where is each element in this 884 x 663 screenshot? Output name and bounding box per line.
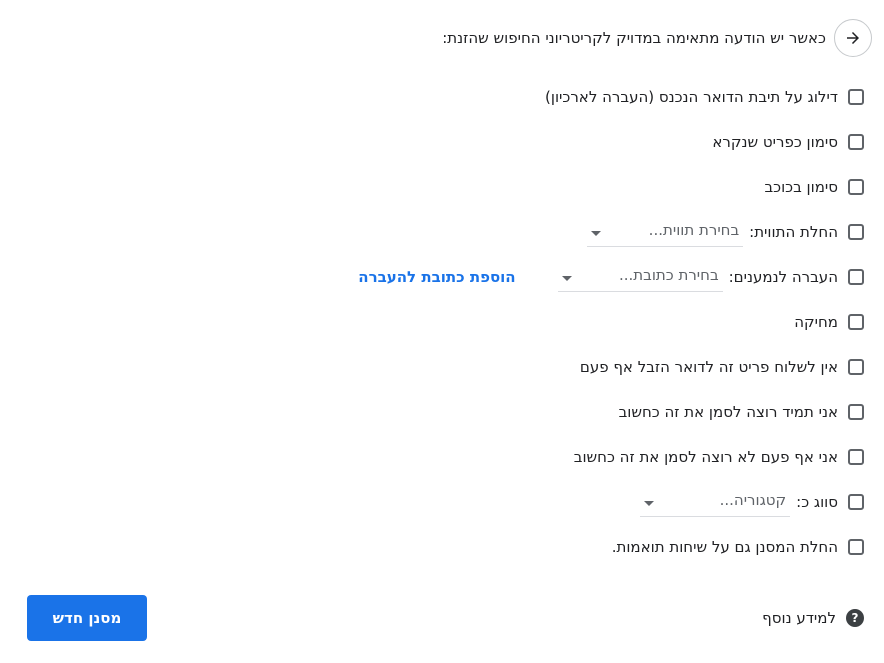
dropdown-arrow-icon [591, 221, 602, 240]
label-select-value: בחירת תווית... [648, 221, 740, 239]
mark-read-label: סימון כפריט שנקרא [712, 132, 838, 151]
option-mark-read[interactable]: סימון כפריט שנקרא [358, 119, 864, 164]
learn-more[interactable]: ? למידע נוסף [762, 600, 864, 636]
never-important-checkbox[interactable] [848, 448, 864, 465]
forward-label: העברה לנמענים: [728, 267, 838, 286]
option-delete[interactable]: מחיקה [358, 299, 864, 344]
categorize-label: סווג כ: [796, 492, 838, 511]
criteria-description: כאשר יש הודעה מתאימה במדויק לקריטריוני ה… [442, 29, 826, 47]
category-select[interactable]: קטגוריה... [640, 491, 791, 517]
option-always-important[interactable]: אני תמיד רוצה לסמן את זה כחשוב [358, 389, 864, 434]
delete-checkbox[interactable] [848, 313, 864, 330]
filter-actions-list: דילוג על תיבת הדואר הנכנס (העברה לארכיון… [358, 74, 864, 569]
mark-read-checkbox[interactable] [848, 133, 864, 150]
option-never-spam[interactable]: אין לשלוח פריט זה לדואר הזבל אף פעם [358, 344, 864, 389]
apply-label-label: החלת התווית: [749, 222, 838, 241]
dropdown-arrow-icon [644, 491, 655, 510]
create-filter-button[interactable]: מסנן חדש [27, 595, 147, 641]
option-categorize[interactable]: סווג כ: קטגוריה... [358, 479, 864, 524]
forward-checkbox[interactable] [848, 268, 864, 285]
never-spam-checkbox[interactable] [848, 358, 864, 375]
option-apply-matching[interactable]: החלת המסנן גם על שיחות תואמות. [358, 524, 864, 569]
never-important-label: אני אף פעם לא רוצה לסמן את זה כחשוב [573, 447, 838, 466]
back-button[interactable] [834, 19, 872, 57]
always-important-checkbox[interactable] [848, 403, 864, 420]
apply-matching-label: החלת המסנן גם על שיחות תואמות. [611, 537, 838, 556]
star-checkbox[interactable] [848, 178, 864, 195]
delete-label: מחיקה [794, 312, 838, 331]
option-apply-label[interactable]: החלת התווית: בחירת תווית... [358, 209, 864, 254]
forward-select-value: בחירת כתובת... [618, 266, 719, 284]
apply-label-checkbox[interactable] [848, 223, 864, 240]
add-forwarding-address-link[interactable]: הוספת כתובת להעברה [358, 268, 515, 286]
always-important-label: אני תמיד רוצה לסמן את זה כחשוב [618, 402, 838, 421]
dropdown-arrow-icon [561, 266, 572, 285]
question-circle-icon: ? [846, 609, 864, 627]
filter-header: כאשר יש הודעה מתאימה במדויק לקריטריוני ה… [442, 18, 872, 58]
option-never-important[interactable]: אני אף פעם לא רוצה לסמן את זה כחשוב [358, 434, 864, 479]
option-star[interactable]: סימון בכוכב [358, 164, 864, 209]
star-label: סימון בכוכב [764, 177, 838, 196]
categorize-checkbox[interactable] [848, 493, 864, 510]
skip-inbox-label: דילוג על תיבת הדואר הנכנס (העברה לארכיון… [545, 87, 838, 106]
learn-more-link[interactable]: למידע נוסף [762, 609, 836, 627]
label-select[interactable]: בחירת תווית... [587, 221, 744, 247]
forward-address-select[interactable]: בחירת כתובת... [557, 266, 723, 292]
option-skip-inbox[interactable]: דילוג על תיבת הדואר הנכנס (העברה לארכיון… [358, 74, 864, 119]
skip-inbox-checkbox[interactable] [848, 88, 864, 105]
never-spam-label: אין לשלוח פריט זה לדואר הזבל אף פעם [579, 357, 838, 376]
category-select-value: קטגוריה... [719, 491, 787, 509]
apply-matching-checkbox[interactable] [848, 538, 864, 555]
option-forward[interactable]: העברה לנמענים: בחירת כתובת... הוספת כתוב… [358, 254, 864, 299]
arrow-right-icon [847, 32, 859, 44]
